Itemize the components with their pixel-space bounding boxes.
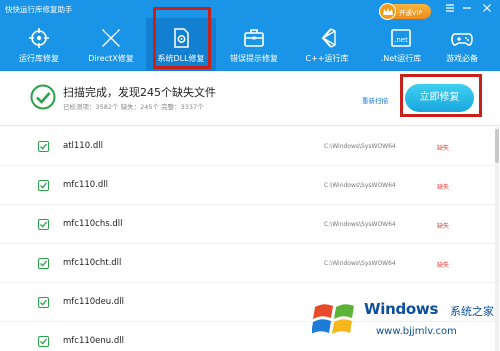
file-status: 缺失: [437, 145, 450, 152]
tab-runtime-repair[interactable]: 运行库修复: [4, 18, 74, 71]
tab-directx-repair[interactable]: DirectX修复: [76, 18, 146, 71]
file-name: atl110.dll: [63, 141, 103, 151]
file-name: mfc110.dll: [63, 180, 108, 190]
tab-label: 游戏必备: [446, 54, 478, 63]
app-header: 快快运行库修复助手 开通VIP 运行库修复 DirectX修复 系统DLL修复 …: [0, 0, 500, 71]
check-circle-icon: [30, 84, 56, 110]
file-path: C:\Windows\SysWOW64: [324, 221, 396, 228]
file-row[interactable]: mfc110chs.dll C:\Windows\SysWOW64 缺失: [0, 205, 500, 244]
tab-cpp-runtime[interactable]: C++运行库: [292, 18, 362, 71]
file-path: C:\Windows\SysWOW64: [324, 143, 396, 150]
file-name: mfc110cht.dll: [63, 258, 122, 268]
close-icon[interactable]: [482, 3, 492, 13]
file-path: C:\Windows\SysWOW64: [324, 260, 396, 267]
tab-label: .Net运行库: [380, 54, 422, 63]
file-status: 缺失: [437, 223, 450, 230]
vip-button[interactable]: 开通VIP: [379, 3, 431, 20]
toolbox-icon: [243, 27, 265, 49]
target-icon: [28, 27, 50, 49]
file-row[interactable]: atl110.dll C:\Windows\SysWOW64 缺失: [0, 127, 500, 166]
app-title: 快快运行库修复助手: [5, 5, 73, 14]
row-checkbox[interactable]: [38, 258, 49, 269]
title-bar: 快快运行库修复助手 开通VIP: [0, 0, 500, 20]
tab-error-prompt-repair[interactable]: 错误提示修复: [219, 18, 289, 71]
scan-result-title: 扫描完成，发现245个缺失文件: [63, 86, 216, 99]
cpp-icon: [316, 27, 338, 49]
tab-label: 错误提示修复: [230, 54, 278, 63]
tab-label: 运行库修复: [19, 54, 59, 63]
watermark-site-name: 系统之家: [450, 305, 494, 318]
tab-game-essentials[interactable]: 游戏必备: [427, 18, 497, 71]
vip-label: 开通VIP: [399, 9, 423, 17]
svg-text:.net: .net: [394, 36, 408, 44]
file-name: mfc110deu.dll: [63, 297, 125, 307]
dotnet-icon: .net: [390, 27, 412, 49]
tab-dotnet-runtime[interactable]: .net .Net运行库: [366, 18, 436, 71]
file-status: 缺失: [437, 184, 450, 191]
row-checkbox[interactable]: [38, 141, 49, 152]
rescan-link[interactable]: 重新扫描: [362, 95, 388, 105]
file-name: mfc110chs.dll: [63, 219, 123, 229]
row-checkbox[interactable]: [38, 219, 49, 230]
row-checkbox[interactable]: [38, 180, 49, 191]
file-row[interactable]: mfc110cht.dll C:\Windows\SysWOW64 缺失: [0, 244, 500, 283]
row-checkbox[interactable]: [38, 297, 49, 308]
tab-label: C++运行库: [305, 54, 349, 63]
watermark-url: www.bjjmlv.com: [376, 326, 457, 337]
gamepad-icon: [451, 27, 473, 49]
nav-tabs: 运行库修复 DirectX修复 系统DLL修复 错误提示修复 C++运行库 .n…: [0, 18, 500, 71]
directx-icon: [100, 27, 122, 49]
highlight-box-fix-button: [400, 74, 482, 117]
file-row[interactable]: mfc110.dll C:\Windows\SysWOW64 缺失: [0, 166, 500, 205]
file-status: 缺失: [437, 262, 450, 269]
menu-icon[interactable]: [445, 3, 455, 13]
scrollbar-thumb[interactable]: [495, 129, 499, 163]
watermark-brand: Windows: [364, 300, 439, 318]
file-name: mfc110enu.dll: [63, 336, 124, 346]
minimize-icon[interactable]: [462, 3, 472, 13]
file-path: C:\Windows\SysWOW64: [324, 182, 396, 189]
highlight-box-dll-tab: [153, 7, 211, 69]
tab-label: DirectX修复: [88, 54, 134, 63]
row-checkbox[interactable]: [38, 336, 49, 347]
windows-logo-icon: [311, 299, 358, 343]
watermark: Windows 系统之家 www.bjjmlv.com: [308, 293, 500, 351]
scan-stats: 已检测项：3582个 缺失：245个 完整：3337个: [63, 103, 204, 111]
